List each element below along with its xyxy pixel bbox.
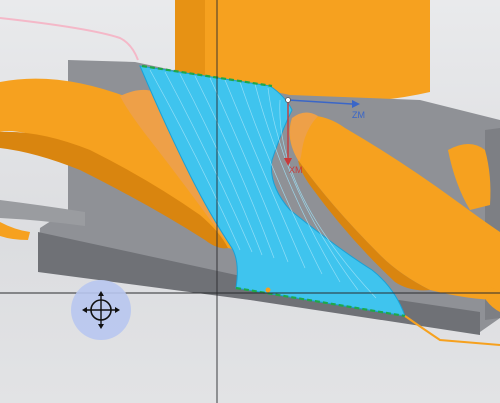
- blade-left-tip: [0, 222, 30, 240]
- guide-curve: [0, 17, 139, 61]
- hub-boss-shade: [175, 0, 205, 80]
- tool-contact-point: [265, 287, 271, 293]
- graphics-viewport[interactable]: ZM XM: [0, 0, 500, 403]
- cam-scene: [0, 0, 500, 403]
- xm-axis-label: XM: [289, 165, 303, 175]
- move-crosshair-icon[interactable]: [71, 280, 131, 340]
- zm-axis-label: ZM: [352, 110, 365, 120]
